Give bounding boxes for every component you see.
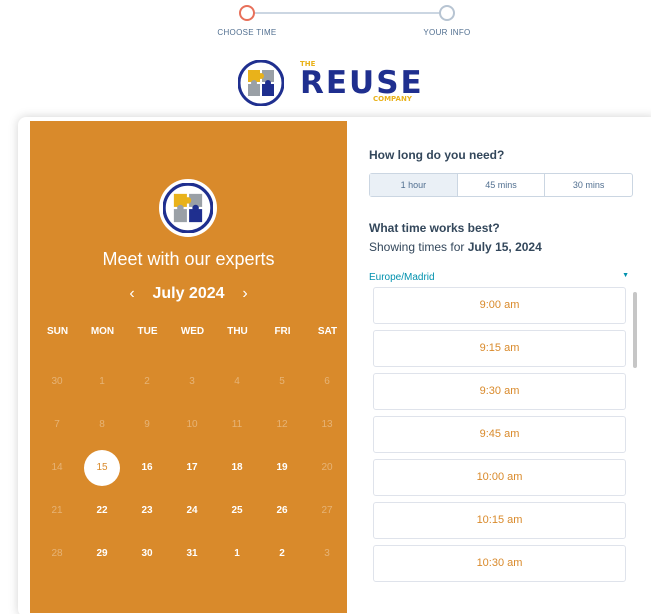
time-selection-panel: How long do you need? 1 hour 45 mins 30 mi… <box>347 121 651 613</box>
chevron-left-icon[interactable]: ‹ <box>120 285 144 303</box>
calendar-day: 10 <box>186 419 198 430</box>
calendar-day: 4 <box>234 376 240 387</box>
duration-selector: 1 hour 45 mins 30 mins <box>369 173 633 197</box>
weekday-label: FRI <box>274 326 291 337</box>
time-heading: What time works best? <box>369 221 500 235</box>
showing-times-text: Showing times for July 15, 2024 <box>369 240 542 254</box>
calendar-day[interactable]: 18 <box>219 450 255 486</box>
calendar-day: 7 <box>54 419 60 430</box>
calendar-day: 20 <box>321 462 333 473</box>
calendar-day[interactable]: 22 <box>84 493 120 529</box>
puzzle-logo-icon <box>238 60 284 106</box>
calendar-day: 5 <box>279 376 285 387</box>
calendar-day: 8 <box>99 419 105 430</box>
calendar-day[interactable]: 23 <box>129 493 165 529</box>
calendar-day[interactable]: 16 <box>129 450 165 486</box>
weekday-label: WED <box>180 326 205 337</box>
stepper-line <box>247 12 447 14</box>
time-slot-button[interactable]: 9:45 am <box>373 416 626 453</box>
host-avatar <box>159 179 217 237</box>
showing-prefix: Showing times for <box>369 240 468 254</box>
duration-heading: How long do you need? <box>369 148 505 162</box>
calendar-day: 30 <box>51 376 63 387</box>
month-label: July 2024 <box>152 285 225 302</box>
calendar-day[interactable]: 24 <box>174 493 210 529</box>
calendar-day: 9 <box>144 419 150 430</box>
calendar-day-selected[interactable]: 15 <box>84 450 120 486</box>
calendar-day: 2 <box>144 376 150 387</box>
calendar-day[interactable]: 31 <box>174 536 210 572</box>
meeting-title: Meet with our experts <box>102 249 275 269</box>
duration-option-button[interactable]: 1 hour <box>370 174 458 196</box>
calendar-day[interactable]: 2 <box>264 536 300 572</box>
logo-company-text: COMPANY <box>373 95 412 103</box>
slot-list-scrollbar[interactable] <box>633 292 637 368</box>
calendar-day: 1 <box>99 376 105 387</box>
calendar-day: 13 <box>321 419 333 430</box>
puzzle-logo-icon <box>163 183 213 233</box>
calendar-day: 21 <box>51 505 63 516</box>
calendar-day: 28 <box>51 548 63 559</box>
duration-option-button[interactable]: 30 mins <box>545 174 632 196</box>
step-your-info-indicator <box>439 5 455 21</box>
weekday-label: SUN <box>46 326 69 337</box>
calendar-panel: Meet with our experts ‹ July 2024 › SUN M… <box>30 121 347 613</box>
duration-option-button[interactable]: 45 mins <box>458 174 546 196</box>
calendar-day[interactable]: 19 <box>264 450 300 486</box>
calendar-day[interactable]: 1 <box>219 536 255 572</box>
caret-down-icon: ▼ <box>622 272 629 279</box>
company-logo: THE REUSE COMPANY <box>238 58 428 110</box>
timezone-select[interactable]: Europe/Madrid ▼ <box>369 272 629 283</box>
time-slot-button[interactable]: 10:15 am <box>373 502 626 539</box>
timezone-label: Europe/Madrid <box>369 272 435 283</box>
time-slot-button[interactable]: 9:00 am <box>373 287 626 324</box>
time-slot-button[interactable]: 10:00 am <box>373 459 626 496</box>
calendar-day: 14 <box>51 462 63 473</box>
calendar-day[interactable]: 29 <box>84 536 120 572</box>
weekday-label: SAT <box>317 326 338 337</box>
calendar-day: 3 <box>189 376 195 387</box>
calendar-day[interactable]: 17 <box>174 450 210 486</box>
time-slot-button[interactable]: 9:30 am <box>373 373 626 410</box>
calendar-day[interactable]: 26 <box>264 493 300 529</box>
time-slot-button[interactable]: 10:30 am <box>373 545 626 582</box>
step-your-info-label: YOUR INFO <box>423 28 471 37</box>
calendar-day[interactable]: 25 <box>219 493 255 529</box>
weekday-label: MON <box>90 326 115 337</box>
step-choose-time-indicator <box>239 5 255 21</box>
calendar-day: 27 <box>321 505 333 516</box>
weekday-label: THU <box>227 326 248 337</box>
calendar-day: 6 <box>324 376 330 387</box>
calendar-day: 3 <box>324 548 330 559</box>
time-slot-button[interactable]: 9:15 am <box>373 330 626 367</box>
selected-date: July 15, 2024 <box>467 240 542 254</box>
calendar-day[interactable]: 30 <box>129 536 165 572</box>
booking-card: Meet with our experts ‹ July 2024 › SUN M… <box>18 117 651 614</box>
step-choose-time-label: CHOOSE TIME <box>217 28 277 37</box>
weekday-header: SUN MON TUE WED THU FRI SAT <box>30 326 347 346</box>
calendar-day: 11 <box>231 419 243 430</box>
month-navigation: ‹ July 2024 › <box>30 285 347 303</box>
calendar-day: 12 <box>276 419 288 430</box>
chevron-right-icon[interactable]: › <box>233 285 257 303</box>
weekday-label: TUE <box>137 326 158 337</box>
progress-stepper: CHOOSE TIME YOUR INFO <box>0 0 651 48</box>
